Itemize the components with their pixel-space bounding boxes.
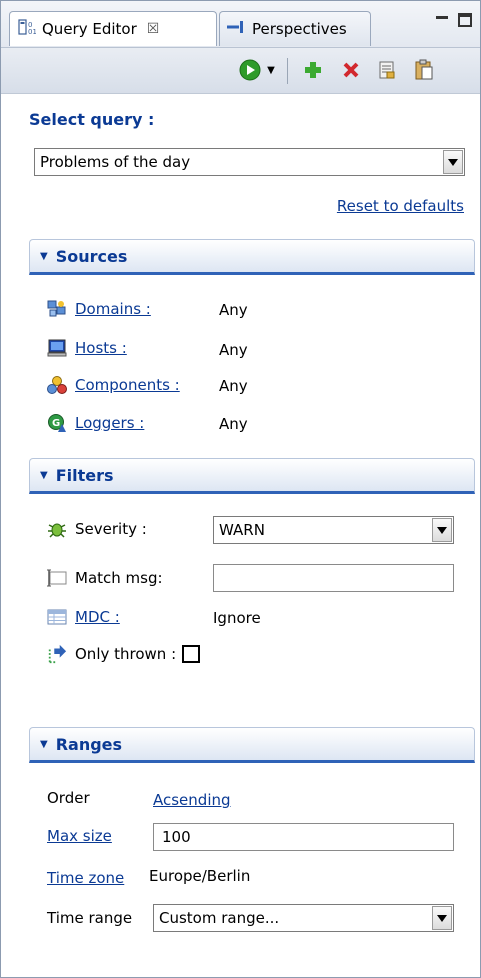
toolbar: ▼ — [1, 48, 480, 94]
svg-text:G: G — [52, 418, 60, 429]
sources-row-domains: Domains : — [47, 299, 151, 319]
dropdown-button[interactable] — [432, 906, 452, 930]
perspective-arrow-icon — [226, 19, 246, 39]
tab-bar: 0 01 Query Editor ☒ Perspectives — [1, 1, 480, 48]
tab-query-editor[interactable]: 0 01 Query Editor ☒ — [9, 11, 217, 46]
chevron-down-icon: ▼ — [40, 250, 48, 262]
only-thrown-label: Only thrown : — [75, 645, 177, 663]
save-document-icon[interactable] — [374, 57, 400, 83]
thrown-arrow-icon — [47, 644, 67, 664]
severity-select[interactable]: WARN — [213, 516, 454, 544]
table-icon — [47, 607, 67, 627]
time-zone-link[interactable]: Time zone — [47, 869, 124, 887]
order-link[interactable]: Acsending — [153, 791, 231, 809]
chevron-down-icon — [437, 914, 447, 922]
sources-row-hosts: Hosts : — [47, 338, 127, 358]
section-title: Ranges — [55, 734, 123, 754]
reset-to-defaults-link[interactable]: Reset to defaults — [337, 197, 464, 215]
clipboard-icon[interactable] — [411, 57, 437, 83]
domains-icon — [47, 299, 67, 319]
close-icon[interactable]: ☒ — [147, 21, 160, 37]
chevron-down-icon: ▼ — [40, 738, 48, 750]
tab-label: Query Editor — [42, 20, 137, 38]
toolbar-separator — [287, 58, 288, 84]
time-zone-value: Europe/Berlin — [149, 867, 251, 885]
loggers-value: Any — [219, 415, 248, 433]
components-link[interactable]: Components : — [75, 376, 180, 394]
logger-icon: G — [47, 413, 67, 433]
severity-row: Severity : — [47, 519, 147, 539]
mdc-value: Ignore — [213, 609, 261, 627]
query-editor-view: 0 01 Query Editor ☒ Perspectives ▼ Selec… — [0, 0, 481, 978]
max-size-link[interactable]: Max size — [47, 827, 112, 845]
chevron-down-icon[interactable]: ▼ — [263, 57, 279, 83]
tab-label: Perspectives — [252, 20, 347, 38]
sources-row-components: Components : — [47, 375, 180, 395]
hosts-link[interactable]: Hosts : — [75, 339, 127, 357]
time-range-select[interactable]: Custom range... — [153, 904, 454, 932]
severity-label: Severity : — [75, 520, 147, 538]
match-msg-input[interactable] — [213, 564, 454, 592]
svg-text:01: 01 — [28, 28, 36, 36]
dropdown-button[interactable] — [432, 518, 452, 542]
chevron-down-icon — [448, 158, 458, 166]
query-select[interactable]: Problems of the day — [34, 148, 465, 176]
sources-row-loggers: G Loggers : — [47, 413, 144, 433]
section-title: Filters — [55, 465, 114, 485]
mdc-row: MDC : — [47, 607, 120, 627]
components-value: Any — [219, 377, 248, 395]
minimize-icon[interactable] — [436, 16, 448, 30]
query-table-icon: 0 01 — [18, 18, 37, 40]
tab-perspectives[interactable]: Perspectives — [219, 11, 371, 46]
hosts-value: Any — [219, 341, 248, 359]
max-size-input[interactable]: 100 — [153, 823, 454, 851]
domains-link[interactable]: Domains : — [75, 300, 151, 318]
domains-value: Any — [219, 301, 248, 319]
severity-bug-icon — [47, 519, 67, 539]
delete-x-icon[interactable] — [338, 57, 364, 83]
text-field-icon — [47, 568, 67, 588]
order-label: Order — [47, 789, 90, 807]
maximize-icon[interactable] — [458, 13, 472, 27]
only-thrown-checkbox[interactable] — [182, 645, 201, 663]
only-thrown-row: Only thrown : — [47, 644, 201, 664]
add-plus-icon[interactable] — [300, 57, 326, 83]
section-title: Sources — [55, 246, 128, 266]
time-range-label: Time range — [47, 909, 133, 927]
chevron-down-icon: ▼ — [40, 469, 48, 481]
host-monitor-icon — [47, 338, 67, 358]
chevron-down-icon — [437, 526, 447, 534]
sources-section-header[interactable]: ▼ Sources — [29, 239, 475, 275]
query-select-value: Problems of the day — [40, 153, 191, 171]
components-icon — [47, 375, 67, 395]
severity-select-value: WARN — [219, 521, 265, 539]
select-query-label: Select query : — [29, 110, 155, 129]
match-msg-row: Match msg: — [47, 568, 163, 588]
ranges-section-header[interactable]: ▼ Ranges — [29, 727, 475, 763]
dropdown-button[interactable] — [443, 150, 463, 174]
match-msg-label: Match msg: — [75, 569, 163, 587]
loggers-link[interactable]: Loggers : — [75, 414, 144, 432]
filters-section-header[interactable]: ▼ Filters — [29, 458, 475, 494]
time-range-select-value: Custom range... — [159, 909, 280, 927]
mdc-link[interactable]: MDC : — [75, 608, 120, 626]
run-play-icon[interactable] — [237, 57, 263, 83]
